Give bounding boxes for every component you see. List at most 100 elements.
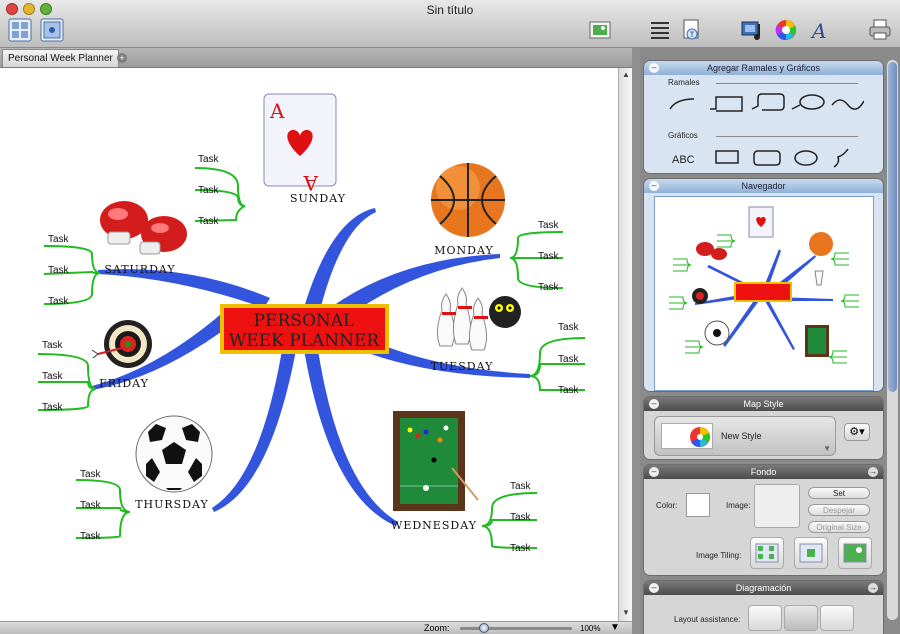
image-tiling-label: Image Tiling:: [696, 551, 742, 560]
original-size-button[interactable]: Original Size: [808, 521, 870, 533]
color-well[interactable]: [686, 493, 710, 517]
billiard-table-icon: [393, 411, 479, 511]
task-friday-3[interactable]: Task: [42, 402, 64, 413]
status-bar: Zoom: 100% ▼: [0, 621, 632, 634]
task-thursday-2[interactable]: Task: [80, 500, 102, 511]
boxing-gloves-icon: [100, 201, 187, 255]
tiling-stretch-button[interactable]: [838, 537, 872, 569]
arrow-graphic-icon[interactable]: [833, 148, 849, 168]
zoom-slider-knob[interactable]: [479, 623, 489, 633]
layout-full-button[interactable]: [820, 605, 854, 631]
outline-view-icon[interactable]: [8, 18, 34, 44]
task-tuesday-3[interactable]: Task: [558, 385, 580, 396]
topic-thursday[interactable]: THURSDAY: [135, 498, 209, 511]
style-preview: [661, 423, 713, 449]
document-icon[interactable]: [680, 18, 706, 44]
box-graphic-icon[interactable]: [715, 150, 739, 164]
wave-branch-icon[interactable]: [831, 99, 864, 110]
svg-text:A: A: [810, 19, 826, 42]
task-saturday-3[interactable]: Task: [48, 296, 70, 307]
tiling-tile-button[interactable]: [750, 537, 784, 569]
text-graphic-icon[interactable]: ABC: [672, 154, 695, 166]
topic-monday[interactable]: MONDAY: [434, 244, 494, 257]
style-dropdown-icon[interactable]: ▼: [823, 444, 831, 453]
oval-branch-icon[interactable]: [799, 94, 825, 110]
task-monday-3[interactable]: Task: [538, 282, 560, 293]
color-label: Color:: [656, 501, 678, 510]
image-well[interactable]: [754, 484, 800, 528]
task-friday-2[interactable]: Task: [42, 371, 64, 382]
photo-icon[interactable]: [588, 18, 614, 44]
task-friday-1[interactable]: Task: [42, 340, 64, 351]
oval-graphic-icon[interactable]: [794, 150, 818, 166]
print-icon[interactable]: [868, 18, 894, 44]
notes-icon[interactable]: [648, 18, 674, 44]
style-selector[interactable]: New Style ▼: [654, 416, 836, 456]
inspector-scroll-thumb[interactable]: [888, 62, 897, 392]
add-tab-button[interactable]: +: [117, 53, 127, 63]
task-monday-1[interactable]: Task: [538, 220, 560, 231]
basketball-icon: [431, 163, 505, 237]
app-window: Sin título A Personal Week Planner + PER…: [0, 0, 900, 634]
collapse-icon[interactable]: –: [649, 63, 659, 73]
inspector-column: – Agregar Ramales y Gráficos Ramales Grá…: [640, 48, 900, 634]
task-wednesday-2[interactable]: Task: [510, 512, 532, 523]
scroll-down-arrow-icon[interactable]: ▼: [622, 608, 630, 617]
style-gear-button[interactable]: ⚙▾: [844, 423, 870, 441]
task-saturday-2[interactable]: Task: [48, 265, 70, 276]
zoom-menu-icon[interactable]: ▼: [610, 622, 620, 633]
task-tuesday-1[interactable]: Task: [558, 322, 580, 333]
task-sunday-2[interactable]: Task: [198, 185, 220, 196]
rounded-graphic-icon[interactable]: [753, 150, 781, 166]
collapse-icon[interactable]: –: [649, 467, 659, 477]
panel-navegador: – Navegador: [643, 178, 884, 392]
mind-map-canvas[interactable]: PERSONAL WEEK PLANNER SUNDAY MONDAY TUES…: [0, 68, 618, 621]
central-topic-line1: PERSONAL: [254, 311, 355, 331]
scroll-up-arrow-icon[interactable]: ▲: [622, 70, 630, 79]
task-sunday-3[interactable]: Task: [198, 216, 220, 227]
collapse-icon[interactable]: –: [649, 181, 659, 191]
task-tuesday-2[interactable]: Task: [558, 354, 580, 365]
task-sunday-1[interactable]: Task: [198, 154, 220, 165]
music-icon[interactable]: [740, 18, 766, 44]
panel-fondo: – Fondo → Color: Image: Set Despejar Ori…: [643, 464, 884, 576]
rounded-branch-icon[interactable]: [751, 93, 785, 111]
set-button[interactable]: Set: [808, 487, 870, 499]
box-branch-icon[interactable]: [710, 96, 743, 112]
panel-title: Navegador: [741, 181, 786, 191]
panel-splitter[interactable]: [632, 48, 640, 634]
layout-off-button[interactable]: [748, 605, 782, 631]
topic-tuesday[interactable]: TUESDAY: [431, 360, 494, 373]
topic-wednesday[interactable]: WEDNESDAY: [391, 519, 477, 532]
collapse-icon[interactable]: –: [649, 399, 659, 409]
expand-icon[interactable]: →: [868, 467, 878, 477]
tab-personal-week-planner[interactable]: Personal Week Planner: [2, 49, 119, 67]
layout-view-icon[interactable]: [40, 18, 66, 44]
canvas-vertical-scrollbar[interactable]: ▲ ▼: [618, 68, 632, 621]
task-wednesday-1[interactable]: Task: [510, 481, 532, 492]
collapse-icon[interactable]: –: [649, 583, 659, 593]
navigator-preview[interactable]: [654, 196, 874, 391]
curve-branch-icon[interactable]: [669, 98, 695, 110]
tiling-center-button[interactable]: [794, 537, 828, 569]
zoom-slider[interactable]: [460, 627, 572, 630]
task-monday-2[interactable]: Task: [538, 251, 560, 262]
panel-title: Map Style: [743, 399, 784, 409]
despejar-button[interactable]: Despejar: [808, 504, 870, 516]
topic-saturday[interactable]: SATURDAY: [104, 263, 175, 276]
task-thursday-1[interactable]: Task: [80, 469, 102, 480]
ramales-label: Ramales: [668, 78, 700, 87]
mind-map: PERSONAL WEEK PLANNER SUNDAY MONDAY TUES…: [37, 93, 586, 554]
panel-header: – Navegador: [644, 179, 883, 193]
expand-icon[interactable]: →: [868, 583, 878, 593]
task-thursday-3[interactable]: Task: [80, 531, 102, 542]
task-saturday-1[interactable]: Task: [48, 234, 70, 245]
task-wednesday-3[interactable]: Task: [510, 543, 532, 554]
svg-text:A: A: [303, 171, 319, 195]
panel-header: – Map Style: [644, 397, 883, 411]
layout-assistance-label: Layout assistance:: [674, 615, 741, 624]
topic-friday[interactable]: FRIDAY: [99, 377, 149, 390]
layout-partial-button[interactable]: [784, 605, 818, 631]
color-wheel-icon[interactable]: [774, 18, 800, 44]
font-icon[interactable]: A: [808, 18, 834, 44]
